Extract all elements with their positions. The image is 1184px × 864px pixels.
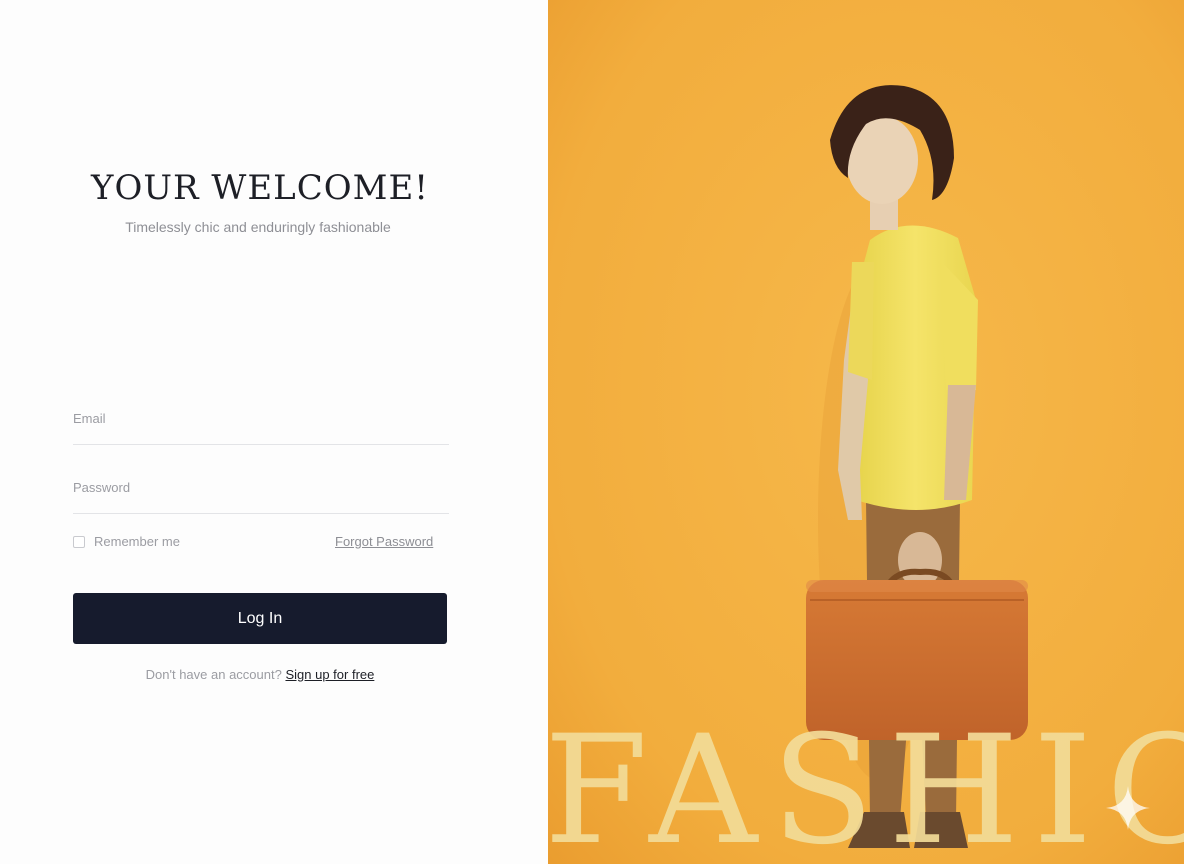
page-title: YOUR WELCOME! [91, 168, 429, 208]
signup-link[interactable]: Sign up for free [285, 667, 374, 682]
signup-prompt: Don't have an account? Sign up for free [0, 667, 520, 682]
fashion-overlay-text: FASHION [548, 704, 1184, 864]
remember-me-checkbox[interactable] [73, 535, 85, 548]
sparkle-icon [1106, 786, 1150, 830]
forgot-password-link[interactable]: Forgot Password [335, 534, 433, 549]
email-underline [73, 444, 449, 445]
password-underline [73, 513, 449, 514]
remember-me-label: Remember me [94, 534, 180, 549]
hero-image: FASHION [548, 0, 1184, 864]
no-account-text: Don't have an account? [145, 667, 282, 682]
email-field[interactable] [73, 412, 449, 442]
login-button[interactable]: Log In [73, 593, 447, 644]
page-subtitle: Timelessly chic and enduringly fashionab… [125, 219, 391, 235]
remember-me: Remember me [73, 534, 180, 549]
password-field[interactable] [73, 481, 449, 511]
login-panel: YOUR WELCOME! Timelessly chic and enduri… [0, 0, 548, 864]
